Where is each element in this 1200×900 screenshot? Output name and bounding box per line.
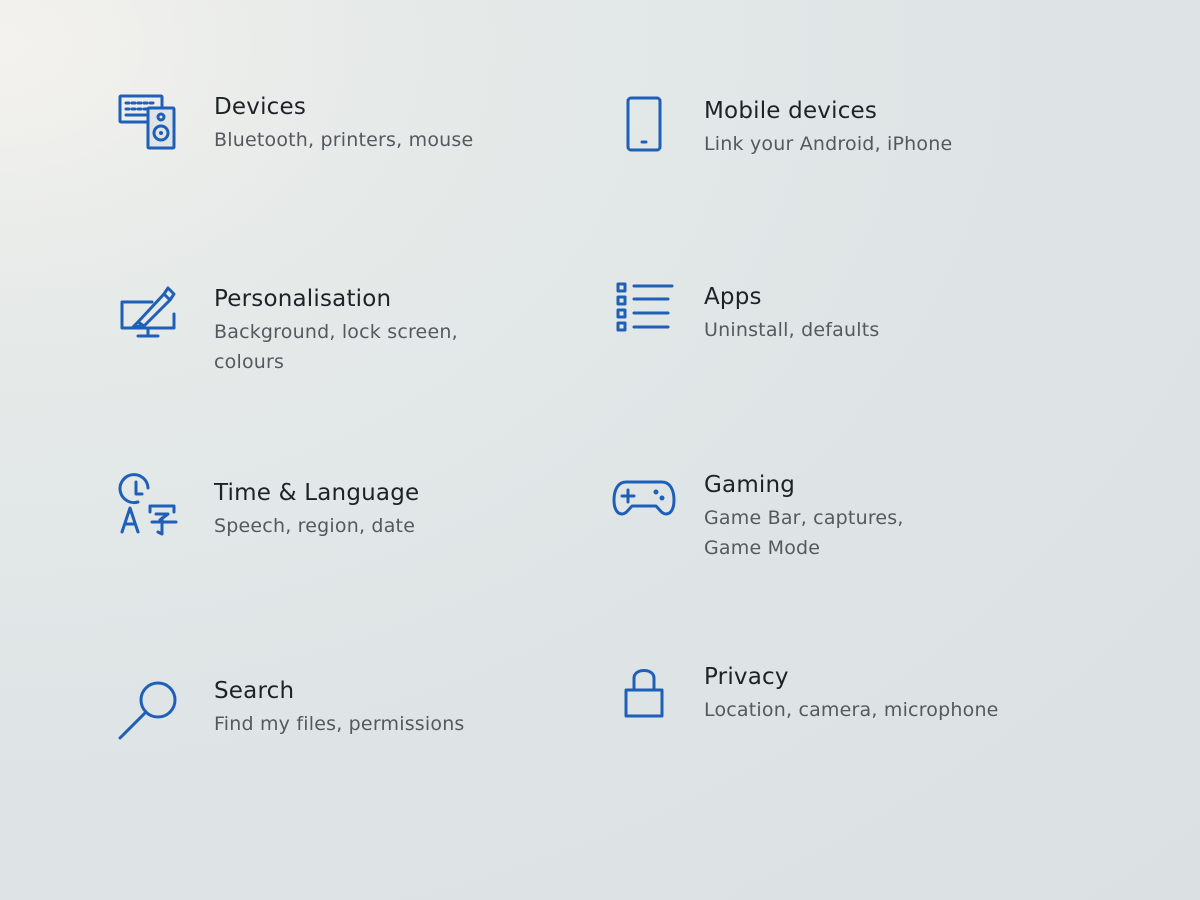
tile-description: Speech, region, date [214, 515, 416, 537]
devices-icon [116, 92, 180, 156]
tile-title: Personalisation [214, 286, 392, 312]
tile-title: Time & Language [214, 480, 420, 506]
settings-tile-search[interactable]: Search Find my files, permissions [116, 676, 504, 740]
settings-tile-devices[interactable]: Devices Bluetooth, printers, mouse [116, 92, 504, 156]
tile-title: Gaming [704, 472, 796, 498]
tile-title: Privacy [704, 664, 789, 690]
tile-description: Bluetooth, printers, mouse [214, 129, 474, 151]
tile-description: Uninstall, defaults [704, 319, 880, 341]
tile-title: Devices [214, 94, 307, 120]
tile-title: Search [214, 678, 295, 704]
apps-list-icon [612, 282, 676, 346]
lock-icon [612, 662, 676, 726]
search-icon [116, 676, 180, 740]
paintbrush-monitor-icon [116, 284, 180, 348]
gamepad-icon [612, 470, 676, 534]
time-language-icon [116, 473, 180, 542]
settings-tile-gaming[interactable]: Gaming Game Bar, captures, Game Mode [612, 470, 1004, 563]
phone-icon [612, 96, 676, 160]
tile-title: Mobile devices [704, 98, 878, 124]
tile-description: Game Bar, captures, Game Mode [704, 507, 904, 559]
settings-tile-time-language[interactable]: Time & Language Speech, region, date [116, 473, 504, 542]
tile-description: Location, camera, microphone [704, 699, 999, 721]
tile-description: Background, lock screen, colours [214, 321, 458, 373]
tile-description: Find my files, permissions [214, 713, 465, 735]
settings-tile-personalisation[interactable]: Personalisation Background, lock screen,… [116, 284, 504, 377]
tile-description: Link your Android, iPhone [704, 133, 953, 155]
settings-tile-mobile-devices[interactable]: Mobile devices Link your Android, iPhone [612, 96, 1004, 160]
tile-title: Apps [704, 284, 762, 310]
settings-tile-privacy[interactable]: Privacy Location, camera, microphone [612, 662, 1004, 726]
settings-tile-apps[interactable]: Apps Uninstall, defaults [612, 282, 1004, 346]
